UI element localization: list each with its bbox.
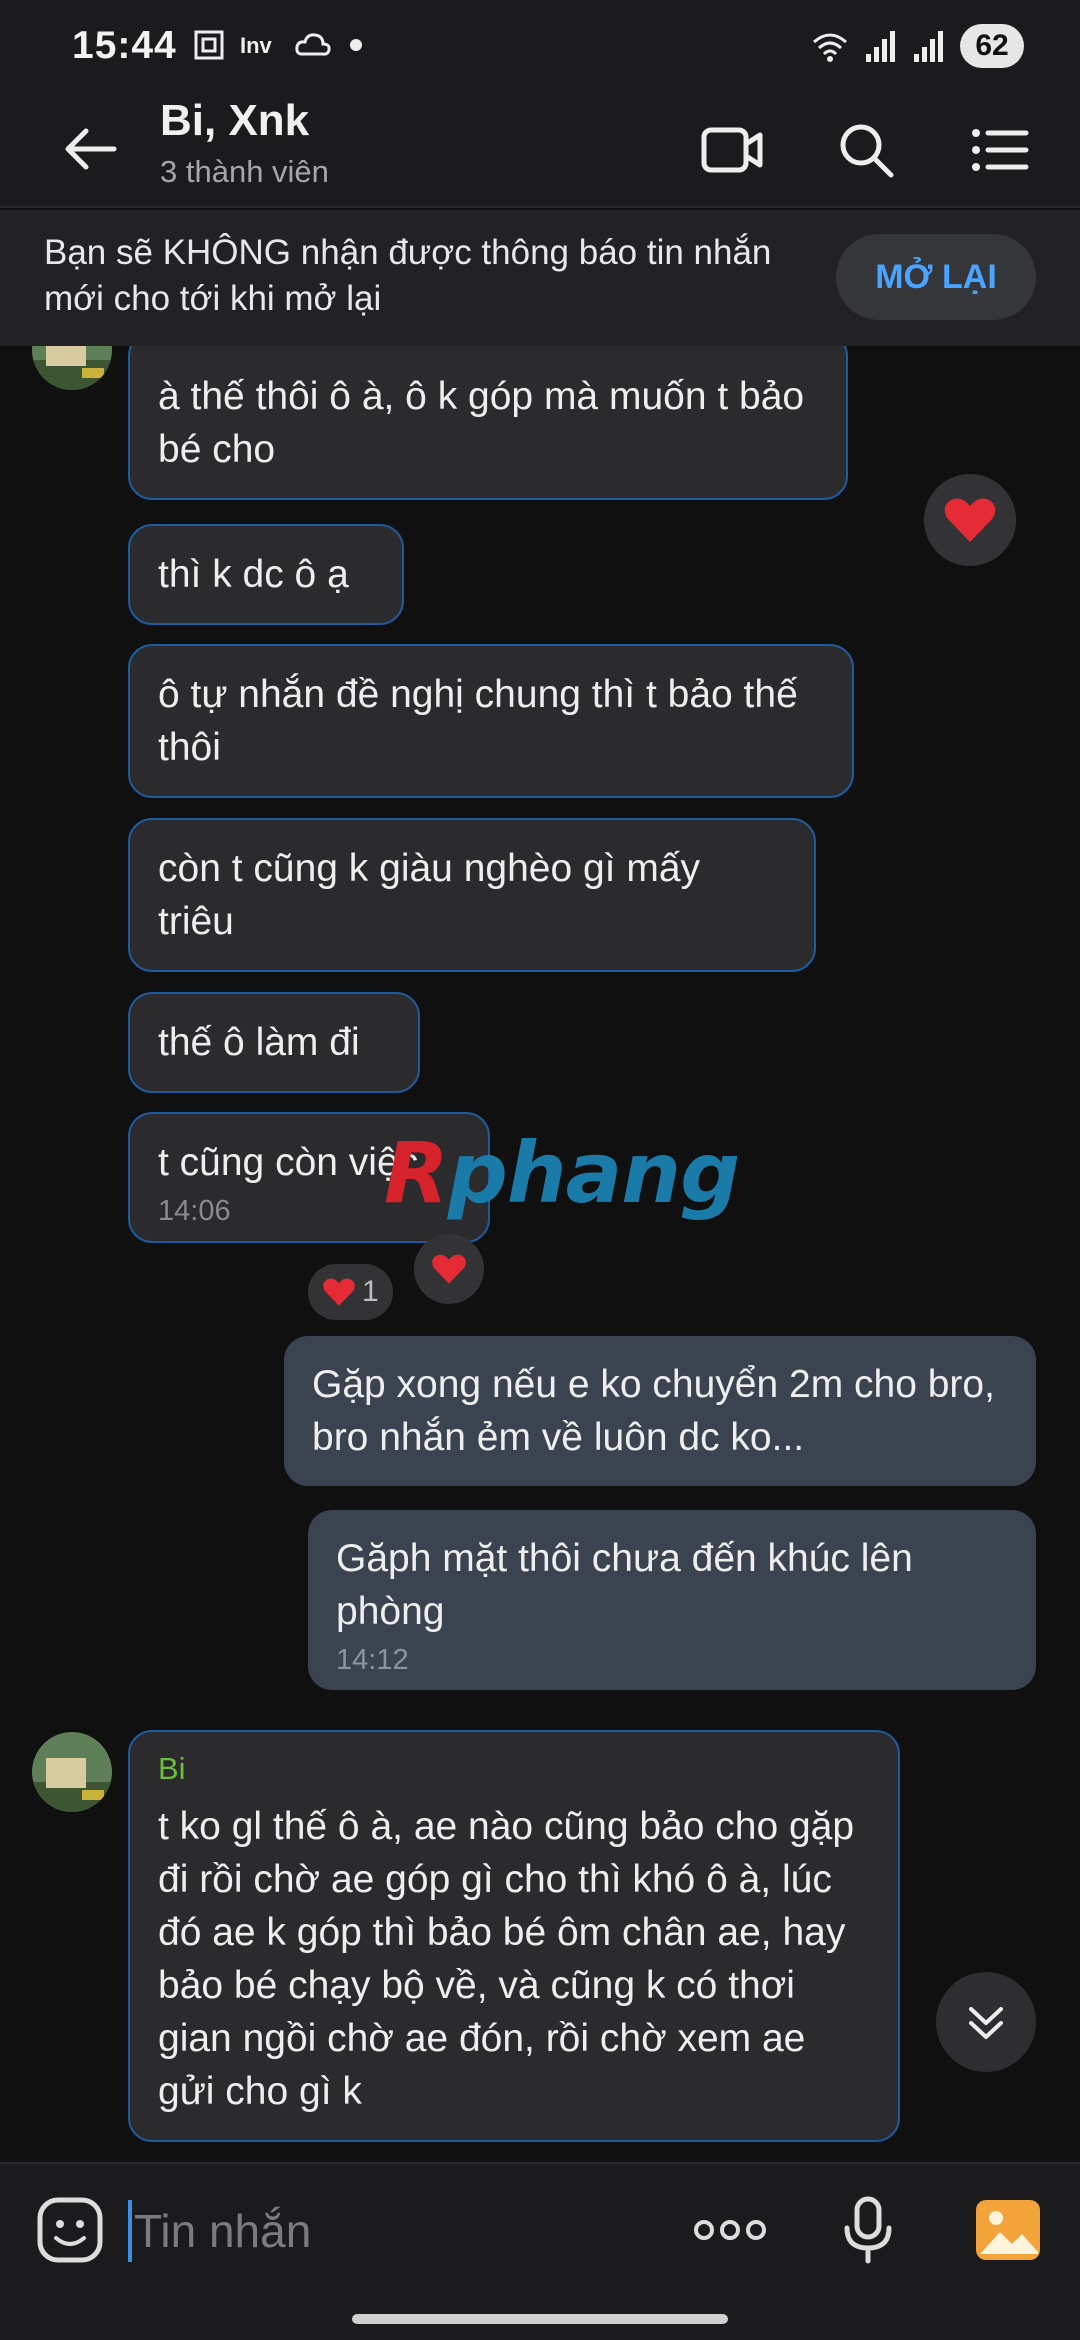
message-bubble-outgoing[interactable]: Gặp xong nếu e ko chuyển 2m cho bro, bro… bbox=[284, 1336, 1036, 1486]
arrow-left-icon bbox=[65, 128, 117, 170]
message-text: ô tự nhắn đề nghị chung thì t bảo thế th… bbox=[158, 673, 798, 769]
sender-name: Bi bbox=[158, 1751, 186, 1786]
message-text: thì k dc ô ạ bbox=[158, 553, 349, 596]
system-nav-bar bbox=[0, 2292, 1080, 2340]
heart-icon bbox=[432, 1254, 466, 1284]
react-button[interactable] bbox=[924, 474, 1016, 566]
message-bubble[interactable]: Bi t ko gl thế ô à, ae nào cũng bảo cho … bbox=[128, 1730, 900, 2142]
sticker-button[interactable] bbox=[34, 2194, 106, 2266]
search-button[interactable] bbox=[830, 114, 902, 186]
message-text: Gặp xong nếu e ko chuyển 2m cho bro, bro… bbox=[312, 1363, 995, 1459]
status-left-icons: Inv bbox=[192, 28, 366, 62]
status-bar: 15:44 Inv 62 bbox=[0, 0, 1080, 92]
message-input[interactable] bbox=[134, 2196, 654, 2266]
reaction-count: 1 bbox=[362, 1275, 379, 1308]
watermark-logo: Rphang bbox=[384, 1124, 740, 1222]
wifi-icon bbox=[813, 33, 847, 62]
inv-icon: Inv bbox=[240, 33, 273, 58]
cloud-icon bbox=[295, 33, 331, 56]
chat-header: Bi, Xnk 3 thành viên bbox=[0, 92, 1080, 208]
message-text: t ko gl thế ô à, ae nào cũng bảo cho gặp… bbox=[158, 1805, 855, 2113]
composer-bar bbox=[0, 2162, 1080, 2292]
member-count[interactable]: 3 thành viên bbox=[160, 154, 329, 190]
heart-icon bbox=[323, 1278, 355, 1306]
message-bubble[interactable]: à thế thôi ô à, ô k góp mà muốn t bảo bé… bbox=[128, 346, 848, 500]
avatar[interactable] bbox=[32, 346, 112, 390]
menu-button[interactable] bbox=[964, 114, 1036, 186]
microphone-icon bbox=[844, 2196, 892, 2264]
reaction-summary[interactable]: 1 bbox=[308, 1264, 393, 1320]
image-gallery-icon bbox=[976, 2200, 1040, 2260]
more-options-button[interactable] bbox=[690, 2194, 770, 2266]
status-time: 15:44 bbox=[72, 24, 177, 67]
avatar[interactable] bbox=[32, 1732, 112, 1812]
home-gesture-handle[interactable] bbox=[352, 2314, 728, 2324]
message-text: t cũng còn việc bbox=[158, 1141, 419, 1184]
video-call-button[interactable] bbox=[696, 114, 768, 186]
message-bubble[interactable]: thế ô làm đi bbox=[128, 992, 420, 1093]
message-text: thế ô làm đi bbox=[158, 1021, 360, 1064]
signal-icon bbox=[866, 31, 895, 62]
dot-icon bbox=[350, 39, 362, 51]
mute-banner-text: Bạn sẽ KHÔNG nhận được thông báo tin nhắ… bbox=[44, 233, 772, 318]
screenshot-icon bbox=[194, 30, 224, 60]
search-icon bbox=[840, 124, 894, 178]
battery-indicator: 62 bbox=[960, 24, 1024, 68]
status-right-icons: 62 bbox=[810, 24, 1024, 68]
text-caret bbox=[128, 2200, 132, 2262]
message-text: Găph mặt thôi chưa đến khúc lên phòng bbox=[336, 1537, 913, 1633]
chat-title[interactable]: Bi, Xnk bbox=[160, 96, 309, 146]
back-button[interactable] bbox=[56, 114, 126, 184]
message-bubble[interactable]: ô tự nhắn đề nghị chung thì t bảo thế th… bbox=[128, 644, 854, 798]
double-chevron-down-icon bbox=[969, 2007, 1003, 2039]
scroll-to-bottom-button[interactable] bbox=[936, 1972, 1036, 2072]
photo-button[interactable] bbox=[972, 2194, 1044, 2266]
voice-button[interactable] bbox=[832, 2194, 904, 2266]
message-text: còn t cũng k giàu nghèo gì mấy triêu bbox=[158, 847, 701, 943]
video-camera-icon bbox=[701, 127, 763, 173]
message-bubble[interactable]: còn t cũng k giàu nghèo gì mấy triêu bbox=[128, 818, 816, 972]
message-bubble[interactable]: thì k dc ô ạ bbox=[128, 524, 404, 625]
signal-icon bbox=[914, 31, 943, 62]
list-menu-icon bbox=[972, 129, 1029, 171]
message-time: 14:12 bbox=[336, 1644, 409, 1676]
svg-text:Inv: Inv bbox=[240, 33, 273, 58]
message-bubble-outgoing[interactable]: Găph mặt thôi chưa đến khúc lên phòng 14… bbox=[308, 1510, 1036, 1690]
message-list[interactable]: à thế thôi ô à, ô k góp mà muốn t bảo bé… bbox=[0, 346, 1080, 2162]
unmute-button[interactable]: MỞ LẠI bbox=[836, 234, 1036, 320]
message-text: à thế thôi ô à, ô k góp mà muốn t bảo bé… bbox=[158, 375, 805, 471]
sticker-icon bbox=[37, 2197, 103, 2263]
mute-banner: Bạn sẽ KHÔNG nhận được thông báo tin nhắ… bbox=[0, 210, 1080, 346]
heart-icon bbox=[944, 498, 996, 542]
react-button[interactable] bbox=[414, 1234, 484, 1304]
more-horizontal-icon bbox=[694, 2220, 766, 2240]
